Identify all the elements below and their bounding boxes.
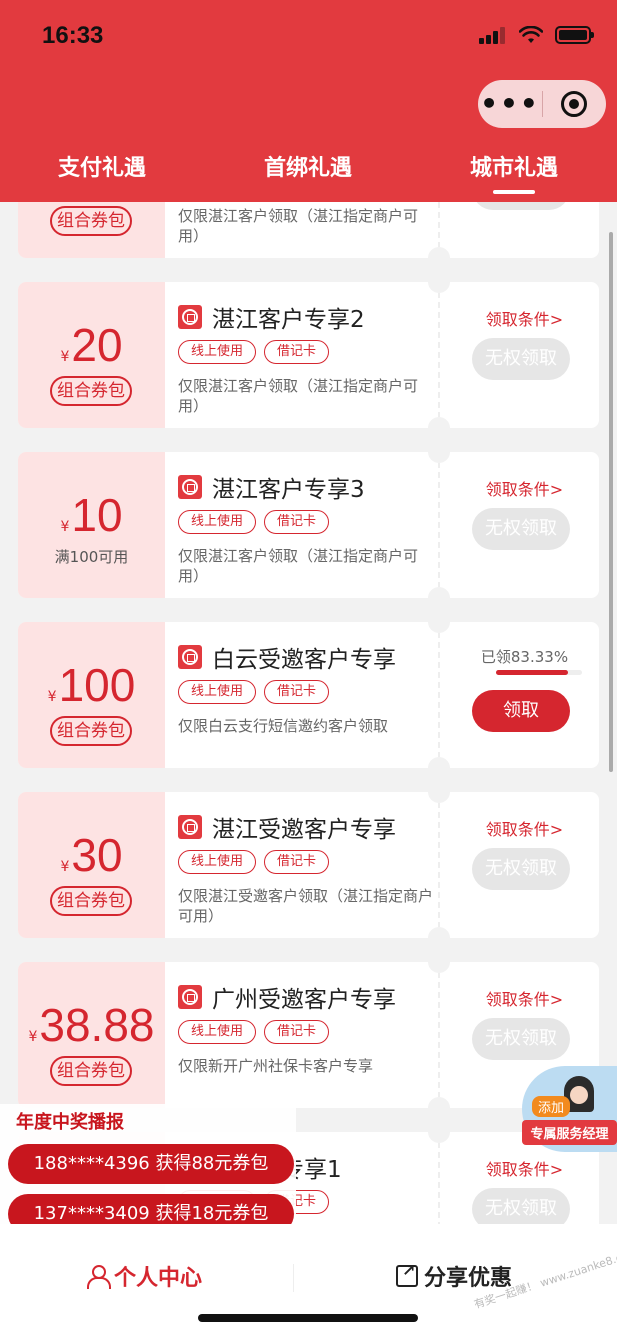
no-right-button[interactable]: 无权领取 (472, 338, 570, 380)
claim-button[interactable]: 领取 (472, 690, 570, 732)
coupon-card: ¥30 组合券包 湛江受邀客户专享 线上使用 借记卡 仅限湛江受邀客户领取（湛江指… (18, 792, 599, 938)
coupon-amount: ¥100 (47, 659, 136, 711)
manager-label: 专属服务经理 (522, 1120, 617, 1145)
no-right-button[interactable]: 无权领取 (472, 508, 570, 550)
coupon-amount: ¥10 (60, 489, 123, 541)
coupon-title: 湛江受邀客户专享 (212, 817, 396, 843)
coupon-amount: ¥30 (60, 829, 123, 881)
broadcast-title: 年度中奖播报 (16, 1112, 124, 1133)
tab-first-bind[interactable]: 首绑礼遇 (228, 150, 388, 182)
tag-online: 线上使用 (178, 850, 257, 874)
tag-online: 线上使用 (178, 510, 257, 534)
claim-conditions-link[interactable]: 领取条件> (450, 986, 599, 1010)
coupon-card: ¥10 满100可用 湛江客户专享3 线上使用 借记卡 仅限湛江客户领取（湛江指定… (18, 452, 599, 598)
status-icons (479, 26, 594, 44)
winner-item: 188****4396 获得88元券包 (8, 1144, 294, 1184)
bank-logo-icon (178, 475, 202, 499)
bank-logo-icon (178, 985, 202, 1009)
add-label: 添加 (532, 1096, 571, 1117)
miniprogram-capsule: ••• (478, 80, 606, 128)
tag-debit: 借记卡 (264, 850, 330, 874)
tag-debit: 借记卡 (264, 1020, 330, 1044)
personal-center-label: 个人中心 (114, 1266, 203, 1291)
status-bar: 16:33 (0, 0, 617, 70)
signal-icon (479, 26, 507, 44)
tag-online: 线上使用 (178, 680, 257, 704)
tag-online: 线上使用 (178, 340, 257, 364)
coupon-card: ¥20 组合券包 湛江客户专享2 线上使用 借记卡 仅限湛江客户领取（湛江指定商户… (18, 282, 599, 428)
coupon-threshold: 满100可用 (54, 548, 129, 566)
share-icon (396, 1261, 418, 1287)
pack-badge: 组合券包 (50, 376, 132, 406)
bank-logo-icon (178, 815, 202, 839)
service-manager-button[interactable]: 添加 专属服务经理 (518, 1066, 617, 1152)
bank-logo-icon (178, 305, 202, 329)
pack-badge: 组合券包 (50, 886, 132, 916)
coupon-card: ¥100 组合券包 白云受邀客户专享 线上使用 借记卡 仅限白云支行短信邀约客户领… (18, 622, 599, 768)
tab-city[interactable]: 城市礼遇 (434, 150, 594, 194)
coupon-card: ¥38.88 组合券包 广州受邀客户专享 线上使用 借记卡 仅限新开广州社保卡客户… (18, 962, 599, 1108)
claim-conditions-link[interactable]: 领取条件> (450, 1156, 599, 1180)
claimed-percent: 已领83.33% (480, 648, 569, 666)
coupon-title: 白云受邀客户专享 (212, 647, 396, 673)
coupon-desc: 仅限白云支行短信邀约客户领取 (178, 717, 389, 735)
pack-badge: 组合券包 (50, 1056, 132, 1086)
tag-debit: 借记卡 (264, 510, 330, 534)
personal-center-button[interactable]: 个人中心 (86, 1260, 202, 1292)
coupon-desc: 仅限湛江客户领取（湛江指定商户可用） (178, 547, 419, 585)
coupon-title: 湛江客户专享2 (212, 307, 365, 333)
pack-badge: 组合券包 (50, 716, 132, 746)
battery-icon (555, 26, 594, 44)
coupon-amount: ¥20 (60, 319, 123, 371)
coupon-desc: 仅限湛江客户领取（湛江指定商户可用） (178, 207, 419, 245)
claim-conditions-link[interactable]: 领取条件> (450, 476, 599, 500)
claim-conditions-link[interactable]: 领取条件> (450, 306, 599, 330)
bank-logo-icon (178, 645, 202, 669)
header: 16:33 ••• 支付礼遇 首绑礼遇 城市礼遇 (0, 0, 617, 202)
tab-bar: 支付礼遇 首绑礼遇 城市礼遇 (0, 138, 617, 202)
claimed-progress-bar (496, 670, 582, 675)
status-time: 16:33 (42, 22, 104, 49)
coupon-amount: ¥38.88 (28, 999, 155, 1051)
coupon-desc: 仅限湛江客户领取（湛江指定商户可用） (178, 377, 419, 415)
tag-debit: 借记卡 (264, 680, 330, 704)
person-icon (86, 1265, 111, 1289)
bottom-bar: 个人中心 分享优惠 有奖一起赚！ www.zuanke8.com (0, 1224, 617, 1334)
no-right-button[interactable]: 无权领取 (472, 1018, 570, 1060)
tag-debit: 借记卡 (264, 340, 330, 364)
no-right-button[interactable]: 无权领取 (472, 848, 570, 890)
scrollbar[interactable] (609, 232, 613, 772)
more-icon[interactable]: ••• (478, 90, 542, 118)
share-offer-button[interactable]: 分享优惠 (396, 1260, 512, 1292)
coupon-desc: 仅限新开广州社保卡客户专享 (178, 1057, 374, 1075)
coupon-title: 湛江客户专享3 (212, 477, 365, 503)
coupon-title: 广州受邀客户专享 (212, 987, 396, 1013)
winner-broadcast: 年度中奖播报 188****4396 获得88元券包 137****3409 获… (0, 1104, 296, 1234)
pack-badge: 组合券包 (50, 206, 132, 236)
wifi-icon (519, 26, 543, 43)
tab-payment[interactable]: 支付礼遇 (22, 150, 182, 182)
claimed-progress-fill (496, 670, 568, 675)
claim-conditions-link[interactable]: 领取条件> (450, 816, 599, 840)
close-miniprogram-icon[interactable] (561, 91, 587, 117)
coupon-desc: 仅限湛江受邀客户领取（湛江指定商户可用） (178, 887, 434, 925)
tag-online: 线上使用 (178, 1020, 257, 1044)
home-indicator[interactable] (198, 1314, 418, 1322)
